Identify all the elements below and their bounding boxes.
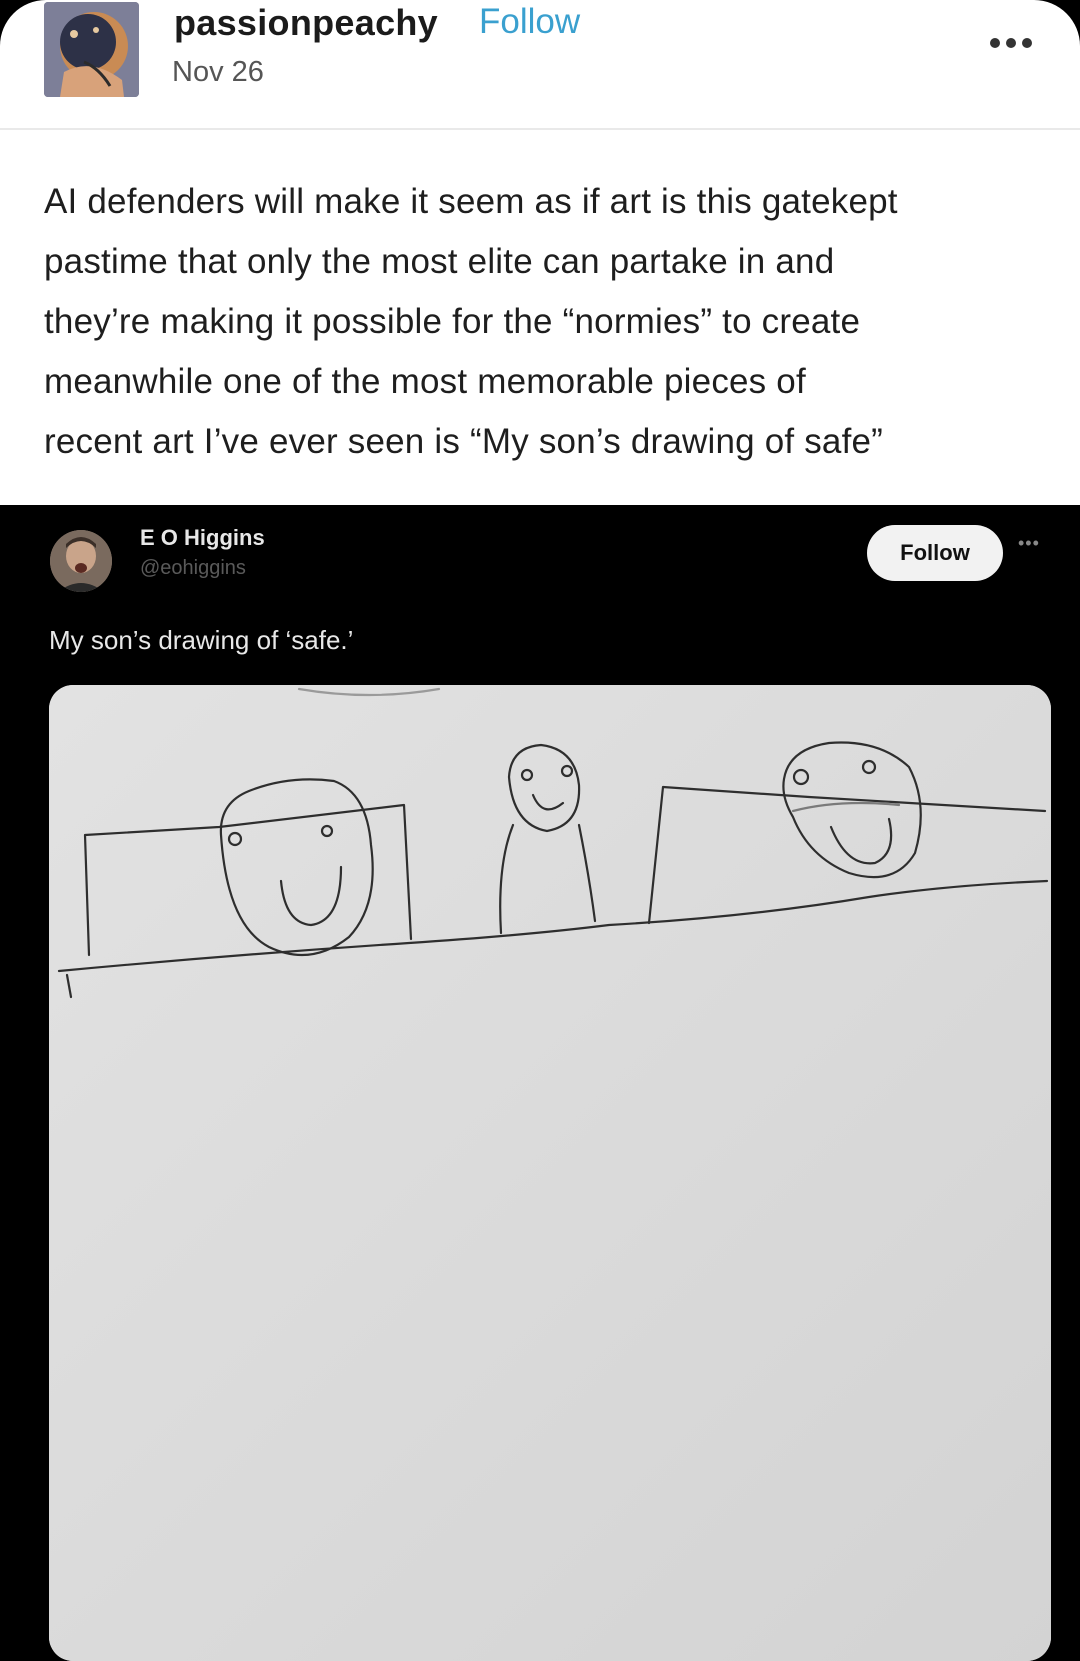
follow-link[interactable]: Follow [479,2,580,42]
ellipsis-icon[interactable]: ••• [1018,533,1040,554]
embedded-tweet: E O Higgins @eohiggins Follow ••• My son… [0,505,1080,1661]
post-body-line: recent art I’ve ever seen is “My son’s d… [44,422,884,461]
header-divider [0,128,1080,130]
tweet-author-handle[interactable]: @eohiggins [140,557,246,580]
post-body-line: they’re making it possible for the “norm… [44,302,861,341]
post-date: Nov 26 [172,56,264,88]
tweet-text: My son’s drawing of ‘safe.’ [49,625,354,655]
tweet-follow-button[interactable]: Follow [867,525,1003,581]
tumblr-post-card: passionpeachy Follow Nov 26 AI defenders… [0,0,1080,505]
post-body-line: meanwhile one of the most memorable piec… [44,362,806,401]
post-body-line: AI defenders will make it seem as if art… [44,182,898,221]
post-body: AI defenders will make it seem as if art… [44,172,1054,472]
drawing-image[interactable] [49,685,1051,1661]
ellipsis-icon[interactable] [990,38,1032,48]
post-body-line: pastime that only the most elite can par… [44,242,835,281]
tweet-author-avatar[interactable] [50,530,112,592]
username[interactable]: passionpeachy [174,2,438,44]
tweet-author-name[interactable]: E O Higgins [140,525,265,551]
user-avatar[interactable] [44,2,139,97]
